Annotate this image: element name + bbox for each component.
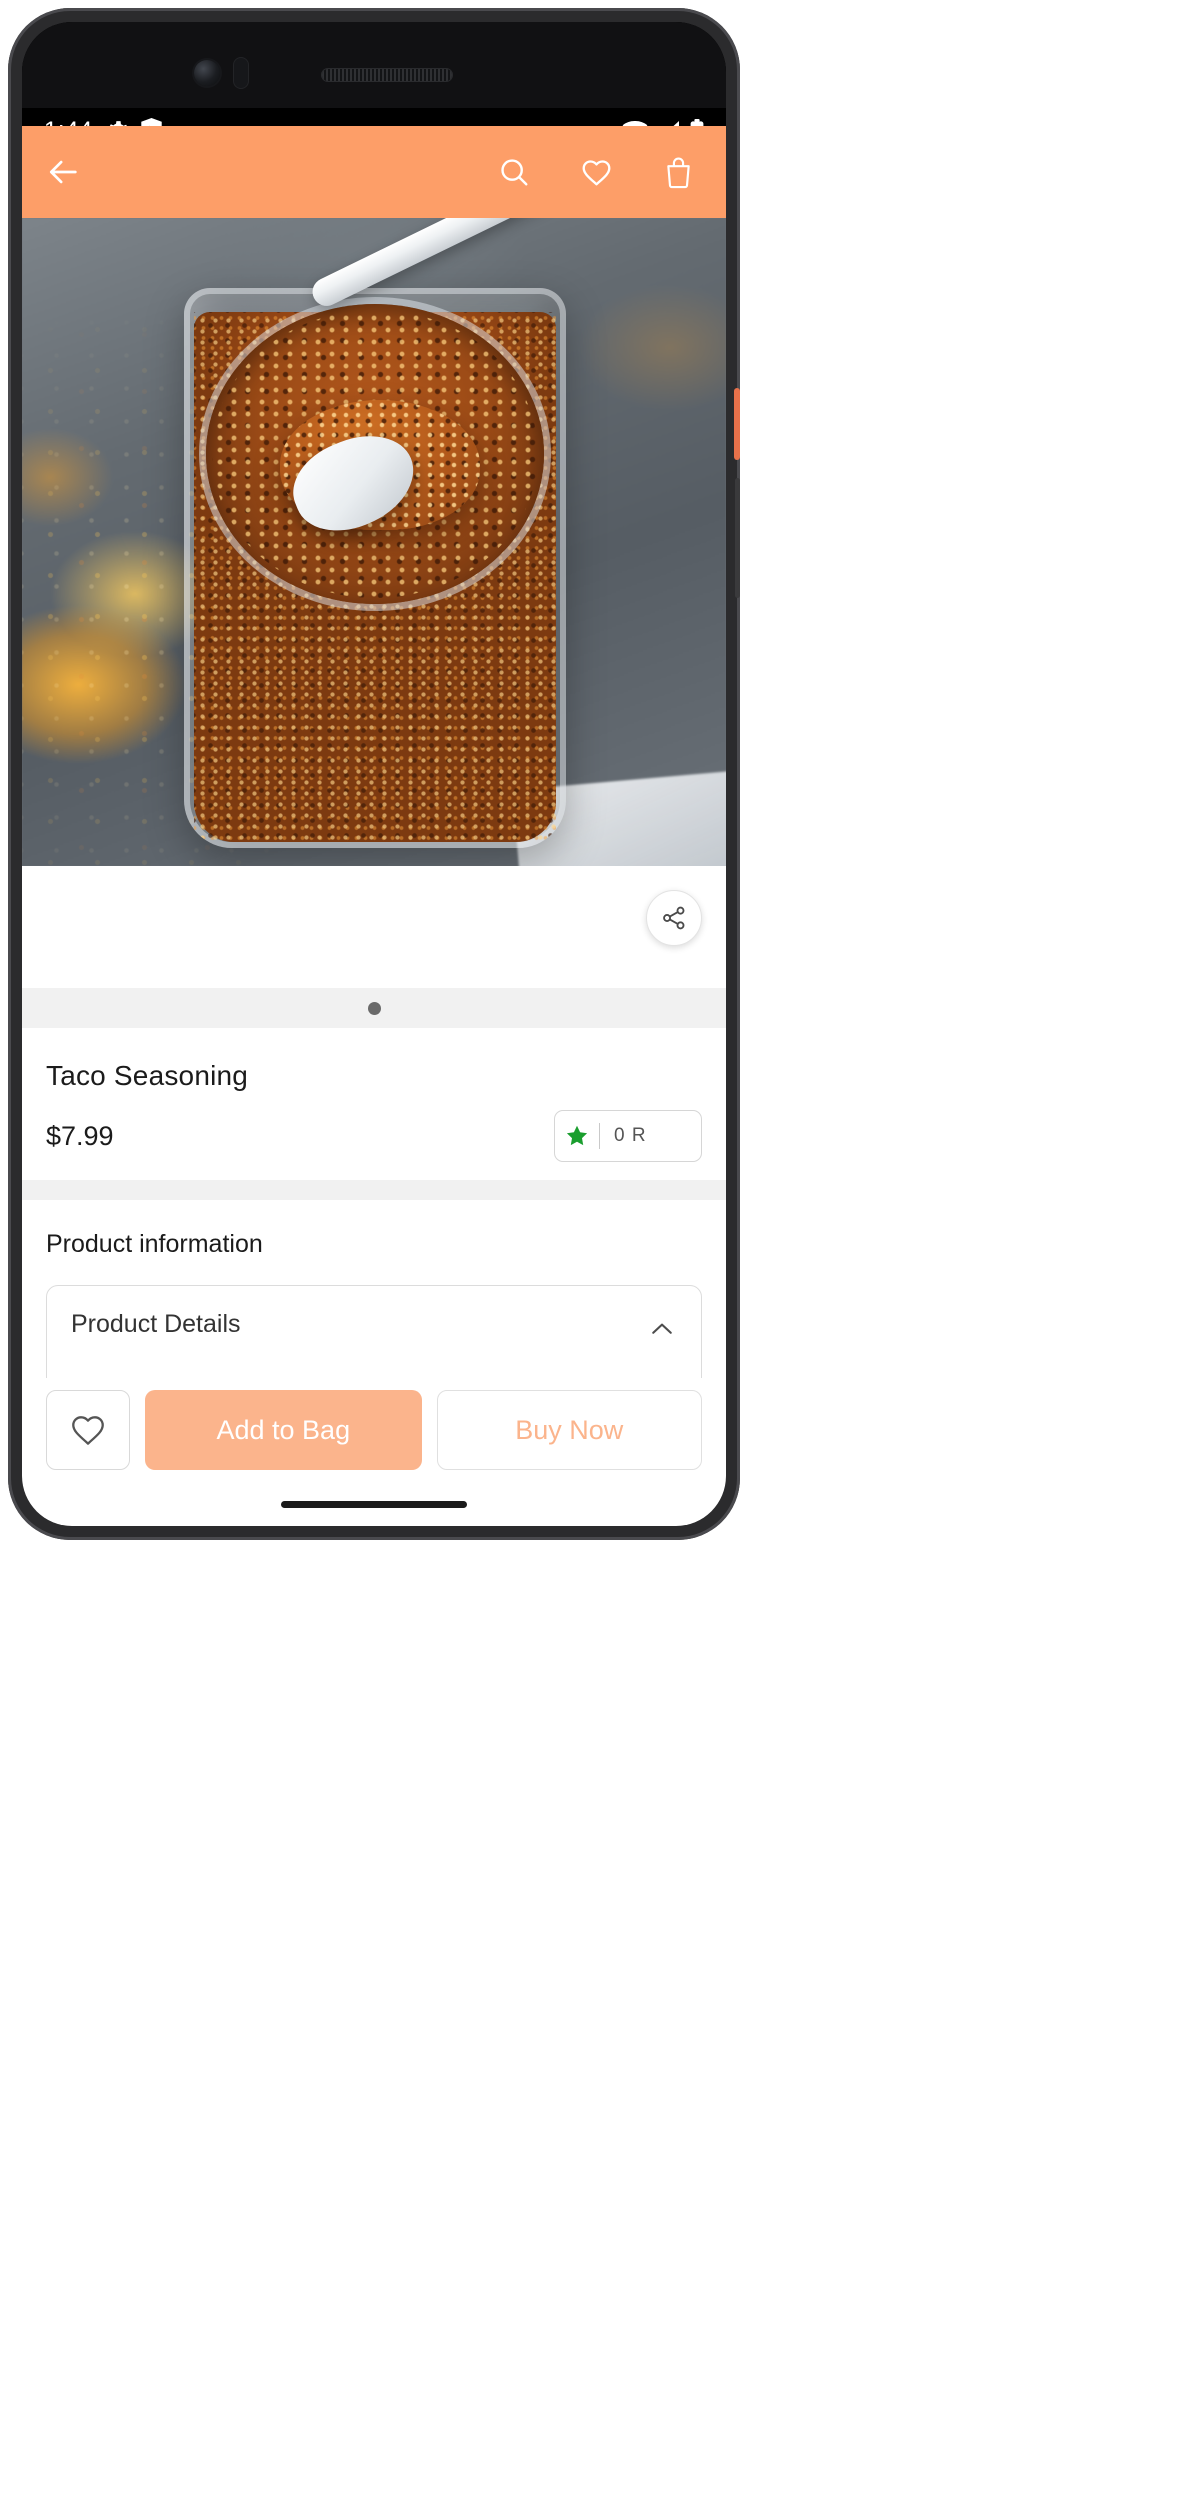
back-button[interactable] — [44, 152, 84, 192]
bag-icon — [663, 156, 694, 189]
bag-button[interactable] — [658, 152, 698, 192]
app-bar-actions — [494, 152, 698, 192]
product-information-heading: Product information — [46, 1230, 263, 1258]
star-icon — [565, 1124, 589, 1148]
gesture-pill[interactable] — [281, 1500, 467, 1508]
system-navigation-bar — [22, 1482, 726, 1526]
rating-count: 0 R — [614, 1125, 647, 1146]
share-strip — [22, 866, 726, 988]
front-camera-icon — [194, 60, 220, 86]
rating-separator — [599, 1123, 600, 1149]
product-title: Taco Seasoning — [46, 1060, 249, 1091]
product-price: $7.99 — [46, 1120, 114, 1151]
chevron-up-icon — [647, 1314, 677, 1349]
favorite-button[interactable] — [46, 1390, 130, 1470]
search-button[interactable] — [494, 152, 534, 192]
gallery-pager-dot[interactable] — [367, 1001, 381, 1015]
share-icon — [661, 905, 687, 931]
heart-outline-icon — [69, 1411, 107, 1449]
arrow-back-icon — [47, 155, 81, 189]
wishlist-button[interactable] — [576, 152, 616, 192]
volume-button[interactable] — [735, 478, 740, 598]
search-icon — [498, 156, 530, 188]
gallery-pager[interactable] — [22, 988, 726, 1028]
section-divider — [22, 1180, 726, 1200]
buy-now-button[interactable]: Buy Now — [436, 1390, 702, 1470]
product-image[interactable] — [22, 218, 726, 866]
product-information-section: Product information Product Details — [22, 1200, 726, 1395]
rating-badge[interactable]: 0 R — [554, 1110, 702, 1162]
product-summary: Taco Seasoning $7.99 0 R — [22, 1028, 726, 1180]
share-button[interactable] — [646, 890, 702, 946]
spice-jar — [184, 288, 566, 848]
add-to-bag-button[interactable]: Add to Bag — [145, 1390, 422, 1470]
app-bar — [22, 126, 726, 218]
phone-screen: 1:44 — [22, 22, 726, 1526]
bottom-action-bar: Add to Bag Buy Now — [22, 1378, 726, 1482]
phone-bezel: 1:44 — [22, 22, 726, 1526]
price-row: $7.99 0 R — [46, 1110, 702, 1162]
proximity-sensor-icon — [234, 58, 248, 88]
phone-frame: 1:44 — [8, 8, 740, 1540]
screenshot-canvas: 1:44 — [0, 0, 1178, 2498]
earpiece-speaker — [322, 69, 452, 81]
heart-icon — [580, 156, 613, 189]
power-button[interactable] — [734, 388, 740, 460]
product-details-label: Product Details — [71, 1310, 241, 1338]
